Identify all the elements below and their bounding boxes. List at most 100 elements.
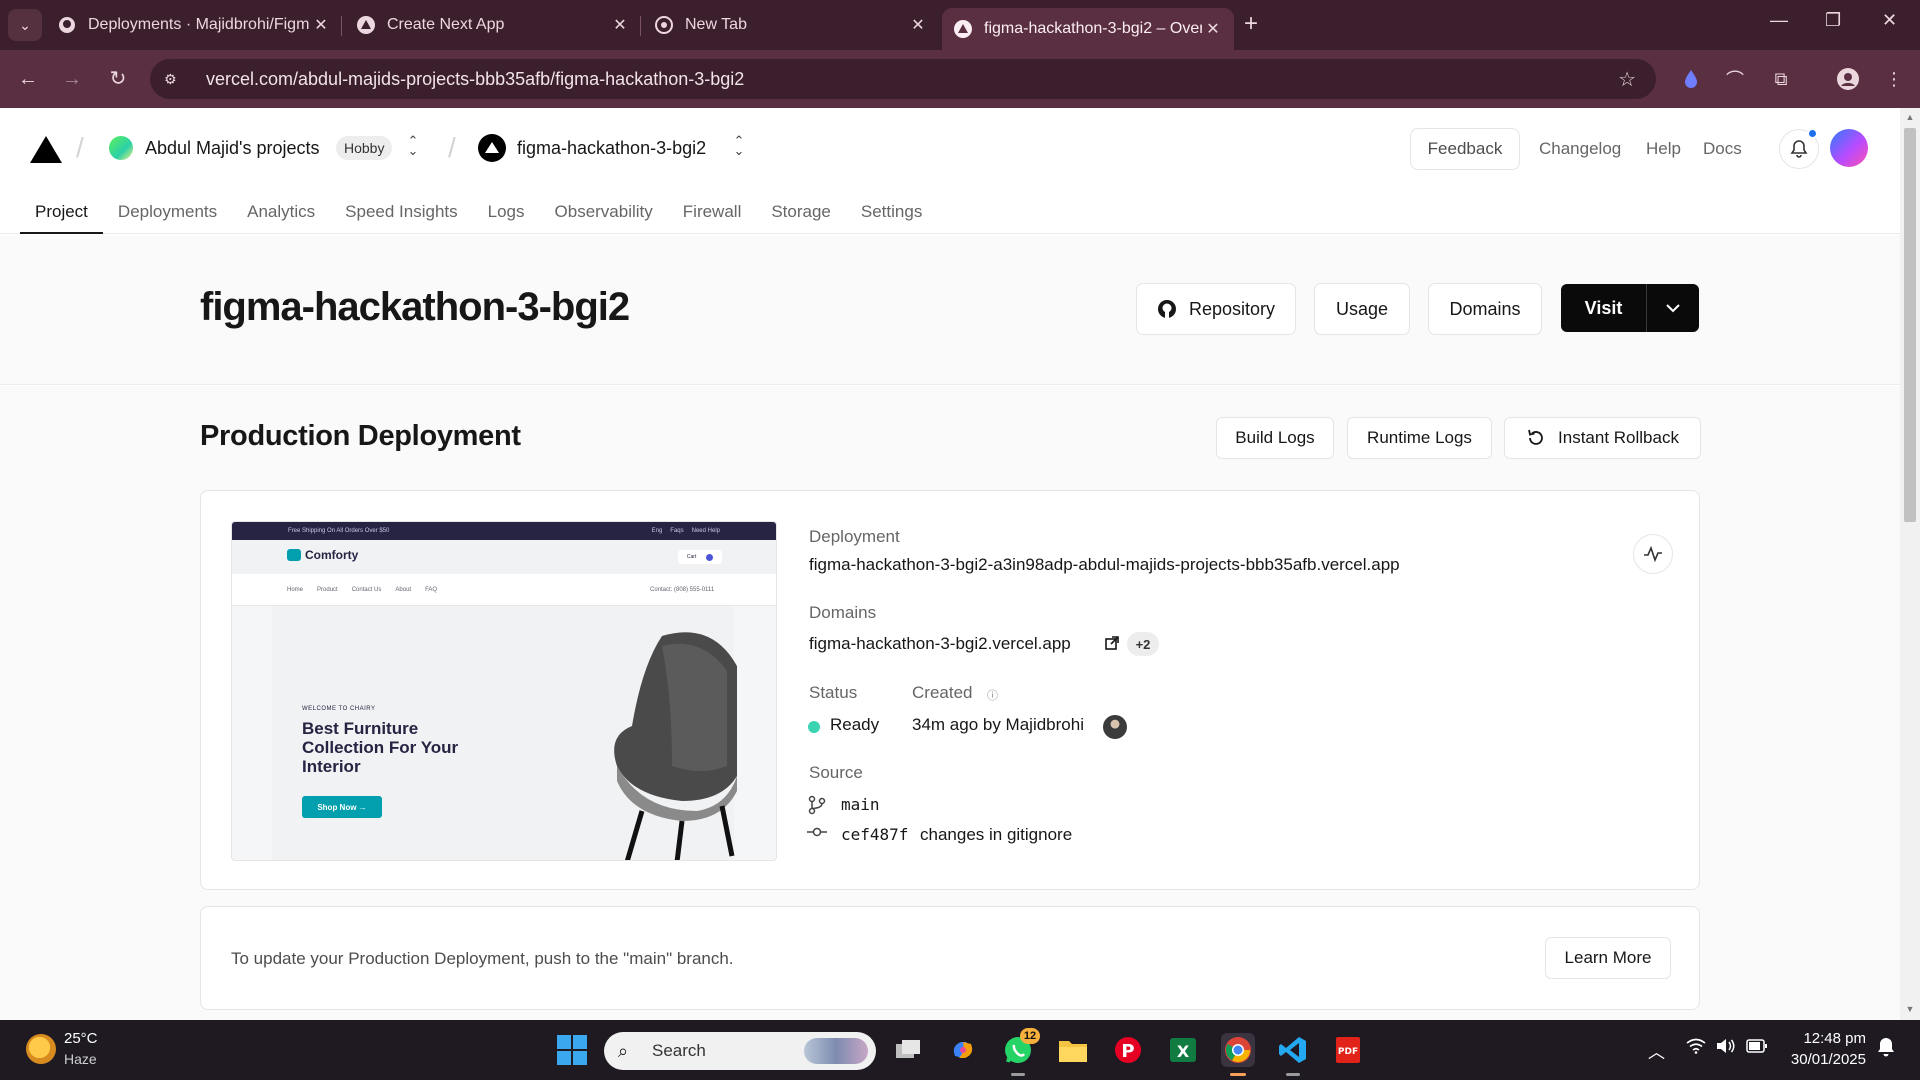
docs-link[interactable]: Docs [1703,139,1742,159]
team-switcher-icon[interactable]: ⌃ ⌄ [406,134,420,157]
weather-condition[interactable]: Haze [64,1051,97,1067]
changelog-link[interactable]: Changelog [1539,139,1621,159]
browser-tab-github[interactable]: Deployments · Majidbrohi/Figma ✕ [58,8,332,42]
close-window-icon[interactable]: ✕ [1882,10,1897,31]
extension-arc-icon[interactable]: ⌒ [1723,67,1747,91]
domains-button[interactable]: Domains [1428,283,1542,335]
back-icon[interactable]: ← [14,65,42,93]
tab-firewall[interactable]: Firewall [668,192,757,234]
usage-button[interactable]: Usage [1314,283,1410,335]
created-label: Created [912,683,973,702]
deployment-url-link[interactable]: figma-hackathon-3-bgi2-a3in98adp-abdul-m… [809,555,1400,575]
reload-icon[interactable]: ↻ [104,65,132,93]
scrollbar-thumb[interactable] [1904,128,1916,522]
tab-storage[interactable]: Storage [756,192,846,234]
site-settings-icon[interactable]: ⚙ [164,71,184,88]
battery-icon[interactable] [1746,1038,1768,1058]
tab-search-chevron-icon[interactable]: ⌄ [8,9,42,41]
tab-deployments[interactable]: Deployments [103,192,232,234]
chrome-icon[interactable] [1221,1033,1255,1067]
tab-settings[interactable]: Settings [846,192,937,234]
tab-project[interactable]: Project [20,192,103,234]
branch-name[interactable]: main [841,795,880,814]
close-tab-icon[interactable]: ✕ [310,15,332,35]
visit-button[interactable]: Visit [1561,284,1647,332]
user-avatar[interactable] [1830,129,1868,167]
pinterest-icon[interactable]: P [1111,1033,1145,1067]
tab-title: Create Next App [387,16,505,33]
domains-label: Domains [809,603,877,622]
restore-icon[interactable]: ❐ [1825,10,1841,31]
volume-icon[interactable] [1716,1038,1736,1059]
pdf-reader-icon[interactable]: PDF [1331,1033,1365,1067]
vercel-logo-icon[interactable] [30,136,62,163]
browser-tab-create-next-app[interactable]: Create Next App ✕ [357,8,631,42]
browser-tab-active[interactable]: figma-hackathon-3-bgi2 – Overview ✕ [942,8,1234,50]
running-indicator [1286,1073,1300,1076]
taskbar-search[interactable]: ⌕ Search [604,1032,876,1070]
address-bar[interactable]: ⚙ vercel.com/abdul-majids-projects-bbb35… [150,59,1656,99]
tab-speed-insights[interactable]: Speed Insights [330,192,472,234]
creator-avatar[interactable] [1103,715,1127,739]
tab-logs[interactable]: Logs [473,192,540,234]
file-explorer-icon[interactable] [1056,1033,1090,1067]
close-tab-icon[interactable]: ✕ [1202,19,1224,39]
team-name[interactable]: Abdul Majid's projects [145,138,320,159]
url-text[interactable]: vercel.com/abdul-majids-projects-bbb35af… [206,69,744,90]
preview-nav-link: Contact Us [351,587,382,593]
runtime-logs-button[interactable]: Runtime Logs [1347,417,1492,459]
weather-temperature[interactable]: 25°C [64,1030,98,1047]
extensions-puzzle-icon[interactable]: ⧉ [1769,67,1793,91]
show-hidden-icons-chevron-icon[interactable]: ︿ [1648,1038,1665,1063]
learn-more-button[interactable]: Learn More [1545,937,1671,979]
visit-dropdown-chevron-icon[interactable] [1647,284,1699,332]
whatsapp-unread-badge: 12 [1020,1028,1040,1044]
project-nav: Project Deployments Analytics Speed Insi… [20,192,937,234]
created-info-icon[interactable]: ⓘ [987,687,998,703]
copilot-icon[interactable] [946,1033,980,1067]
bookmark-star-icon[interactable]: ☆ [1618,67,1636,92]
close-tab-icon[interactable]: ✕ [609,15,631,35]
commit-hash[interactable]: cef487f [841,825,908,844]
more-domains-badge[interactable]: +2 [1127,632,1159,656]
team-avatar[interactable] [109,136,133,160]
activity-pulse-icon[interactable] [1633,534,1673,574]
preview-topbar-link: Need Help [691,528,720,534]
page-scrollbar[interactable]: ▲ ▼ [1900,108,1920,1020]
preview-nav-link: About [395,587,412,593]
start-windows-icon[interactable] [557,1035,587,1065]
excel-icon[interactable]: X [1166,1033,1200,1067]
scroll-up-arrow-icon[interactable]: ▲ [1904,112,1916,122]
forward-icon[interactable]: → [58,65,86,93]
project-name[interactable]: figma-hackathon-3-bgi2 [517,138,706,159]
clock-time[interactable]: 12:48 pm [1786,1030,1866,1047]
tab-observability[interactable]: Observability [540,192,668,234]
profile-icon[interactable] [1836,67,1860,91]
scroll-down-arrow-icon[interactable]: ▼ [1904,1004,1916,1014]
clock-date[interactable]: 30/01/2025 [1780,1051,1866,1068]
help-link[interactable]: Help [1646,139,1681,159]
notification-center-icon[interactable] [1876,1036,1896,1063]
close-tab-icon[interactable]: ✕ [907,15,929,35]
build-logs-button[interactable]: Build Logs [1216,417,1334,459]
weather-haze-icon[interactable] [26,1034,56,1064]
vscode-icon[interactable] [1276,1033,1310,1067]
minimize-icon[interactable]: — [1770,10,1788,31]
feedback-button[interactable]: Feedback [1410,128,1520,170]
instant-rollback-button[interactable]: Instant Rollback [1504,417,1701,459]
preview-cta-label: Shop Now [317,802,357,812]
task-view-icon[interactable] [891,1033,925,1067]
project-switcher-icon[interactable]: ⌃ ⌄ [732,134,746,157]
browser-tab-new-tab[interactable]: New Tab ✕ [655,8,929,42]
tab-divider [341,16,342,36]
wifi-icon[interactable] [1686,1038,1706,1059]
new-tab-button[interactable]: + [1244,10,1258,38]
extension-drop-icon[interactable] [1679,67,1703,91]
domain-link[interactable]: figma-hackathon-3-bgi2.vercel.app [809,634,1071,654]
repository-button[interactable]: Repository [1136,283,1296,335]
external-link-icon[interactable] [1104,635,1120,656]
tab-analytics[interactable]: Analytics [232,192,330,234]
deployment-preview-image[interactable]: Free Shipping On All Orders Over $50 Eng… [231,521,777,861]
preview-chair-image [614,632,737,860]
browser-menu-icon[interactable]: ⋮ [1882,67,1906,91]
